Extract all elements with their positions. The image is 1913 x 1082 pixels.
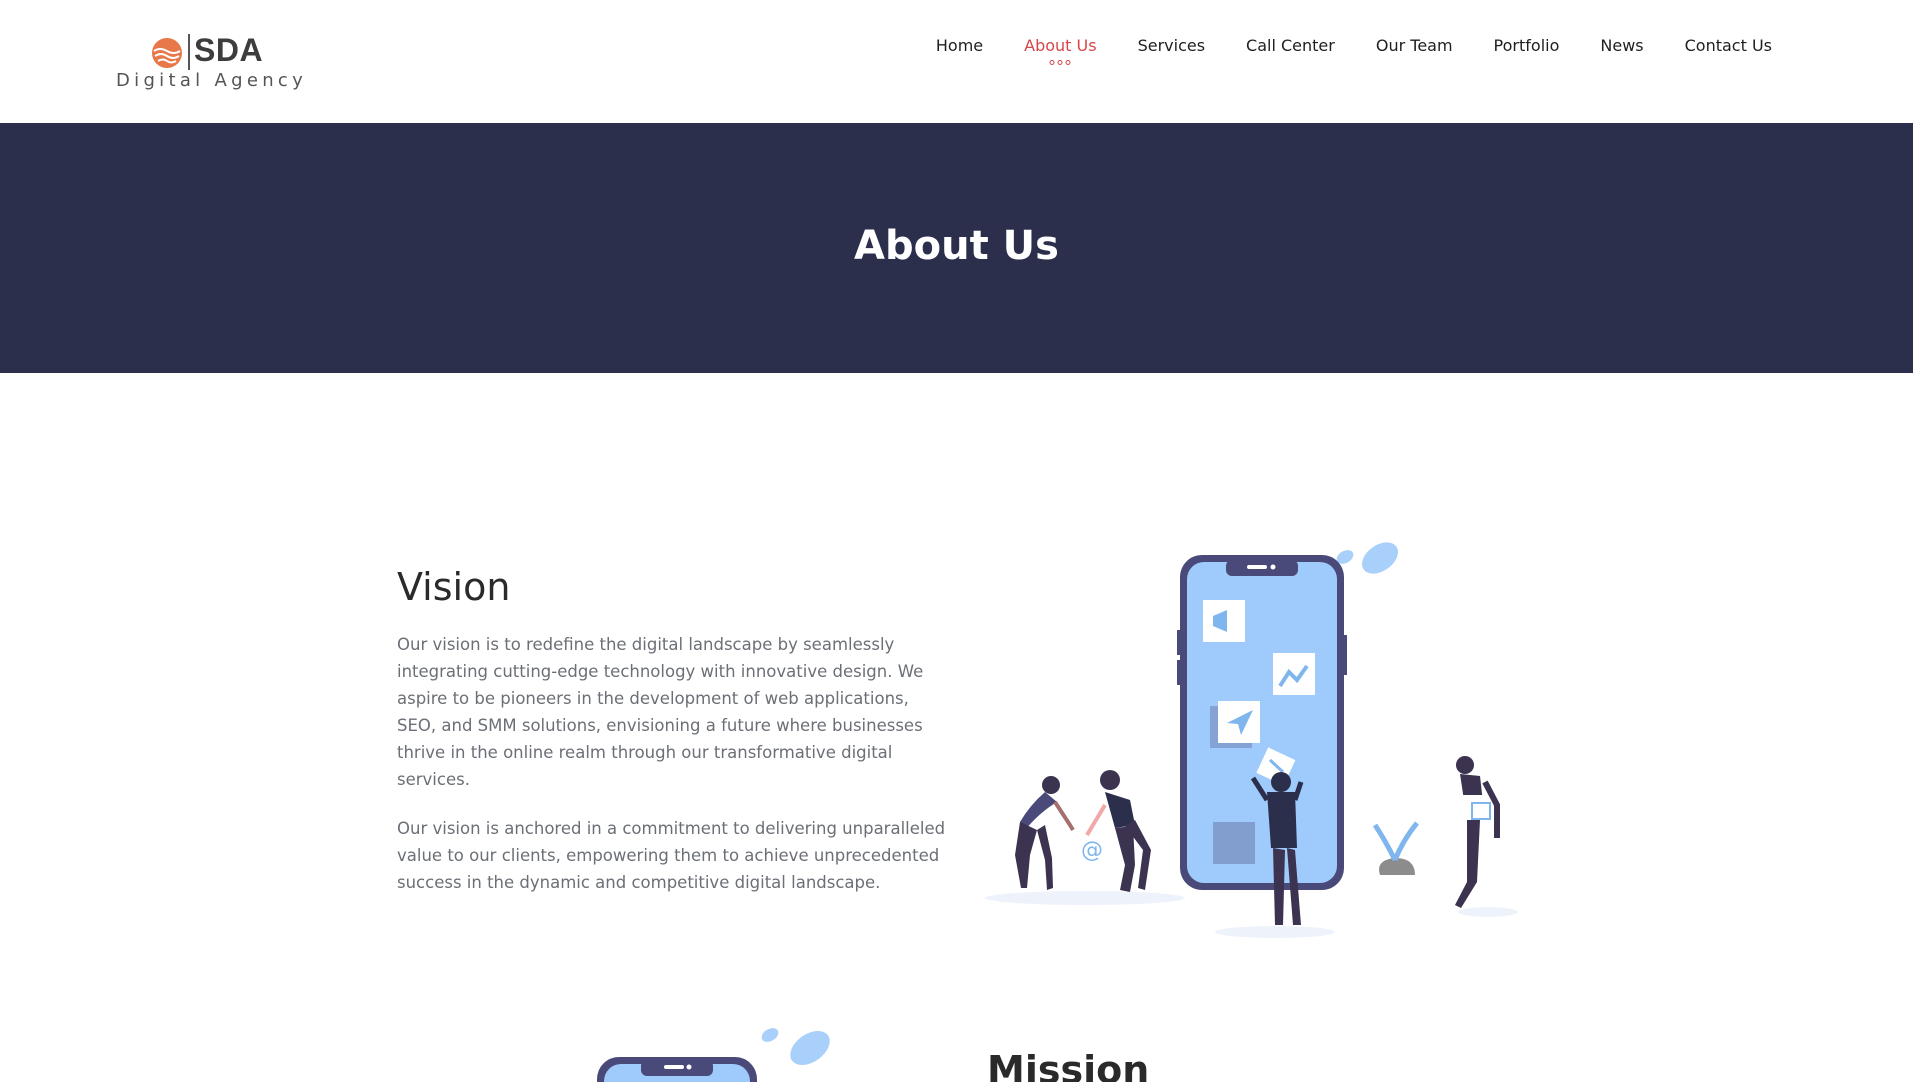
nav-item-services[interactable]: Services	[1138, 36, 1205, 55]
site-header: SDA Digital Agency Home About Us Service…	[0, 0, 1913, 123]
vision-section: Vision Our vision is to redefine the dig…	[397, 565, 952, 918]
main-nav: Home About Us Services Call Center Our T…	[895, 36, 1772, 65]
leaf-icon	[761, 1028, 779, 1042]
leaf-icon	[790, 1030, 830, 1066]
active-indicator-dots	[1049, 60, 1071, 65]
nav-item-call-center[interactable]: Call Center	[1246, 36, 1335, 55]
nav-item-our-team[interactable]: Our Team	[1376, 36, 1453, 55]
chart-icon	[1273, 653, 1315, 695]
logo[interactable]: SDA Digital Agency	[114, 30, 314, 94]
vision-heading: Vision	[397, 565, 511, 609]
leaf-icon	[1361, 542, 1399, 574]
nav-item-about-us[interactable]: About Us	[1024, 36, 1097, 65]
person-left-man	[1085, 770, 1151, 892]
mission-illustration	[597, 1028, 830, 1082]
nav-item-news[interactable]: News	[1600, 36, 1643, 55]
at-sign-icon: @	[1081, 838, 1103, 863]
vision-paragraph-2: Our vision is anchored in a commitment t…	[397, 819, 946, 892]
logo-mark-icon	[152, 38, 182, 68]
nav-item-portfolio[interactable]: Portfolio	[1494, 36, 1560, 55]
person-right	[1455, 756, 1500, 908]
nav-item-contact-us[interactable]: Contact Us	[1685, 36, 1772, 55]
logo-subtitle: Digital Agency	[116, 70, 308, 91]
vision-paragraph-1: Our vision is to redefine the digital la…	[397, 635, 924, 789]
page-banner: About Us	[0, 123, 1913, 373]
logo-separator	[188, 34, 190, 70]
logo-title: SDA	[194, 32, 264, 68]
vision-illustration: @	[985, 542, 1518, 938]
nav-item-label: About Us	[1024, 36, 1097, 55]
page-title: About Us	[854, 223, 1059, 269]
person-left-woman	[1015, 776, 1075, 890]
nav-item-home[interactable]: Home	[936, 36, 983, 55]
mission-heading: Mission	[987, 1048, 1150, 1082]
